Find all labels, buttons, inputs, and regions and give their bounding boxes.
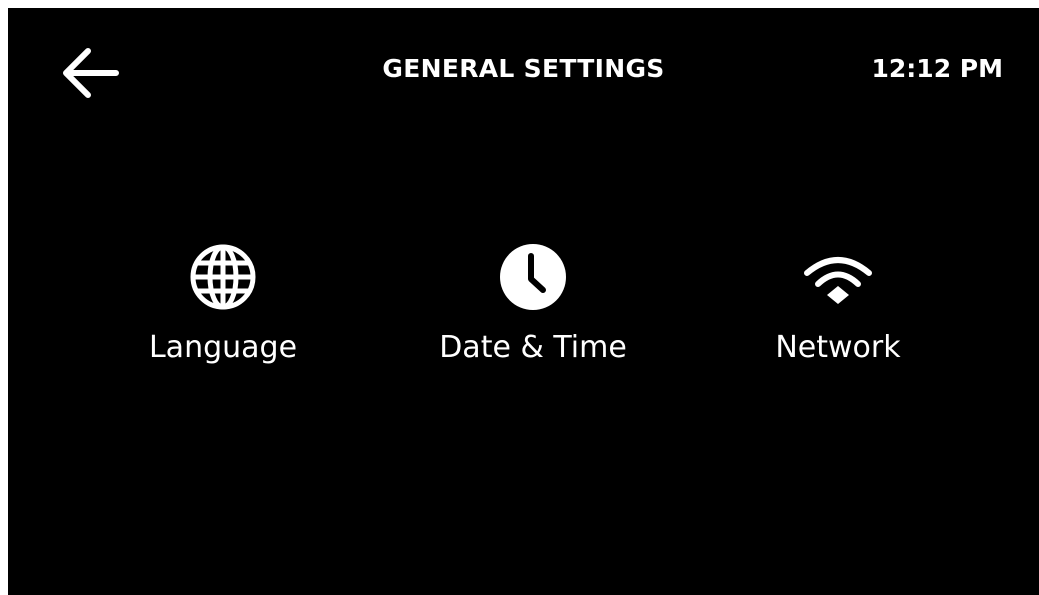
clock-icon xyxy=(498,242,568,312)
date-time-label: Date & Time xyxy=(439,330,627,365)
language-tile[interactable]: Language xyxy=(108,242,338,378)
date-time-tile[interactable]: Date & Time xyxy=(418,242,648,378)
network-label: Network xyxy=(775,330,901,365)
globe-icon xyxy=(188,242,258,312)
language-label: Language xyxy=(148,330,298,365)
network-tile[interactable]: Network xyxy=(723,242,953,378)
status-time: 12:12 PM xyxy=(871,54,1003,83)
settings-screen: GENERAL SETTINGS 12:12 PM Language Date xyxy=(8,8,1039,595)
wifi-icon xyxy=(803,242,873,312)
